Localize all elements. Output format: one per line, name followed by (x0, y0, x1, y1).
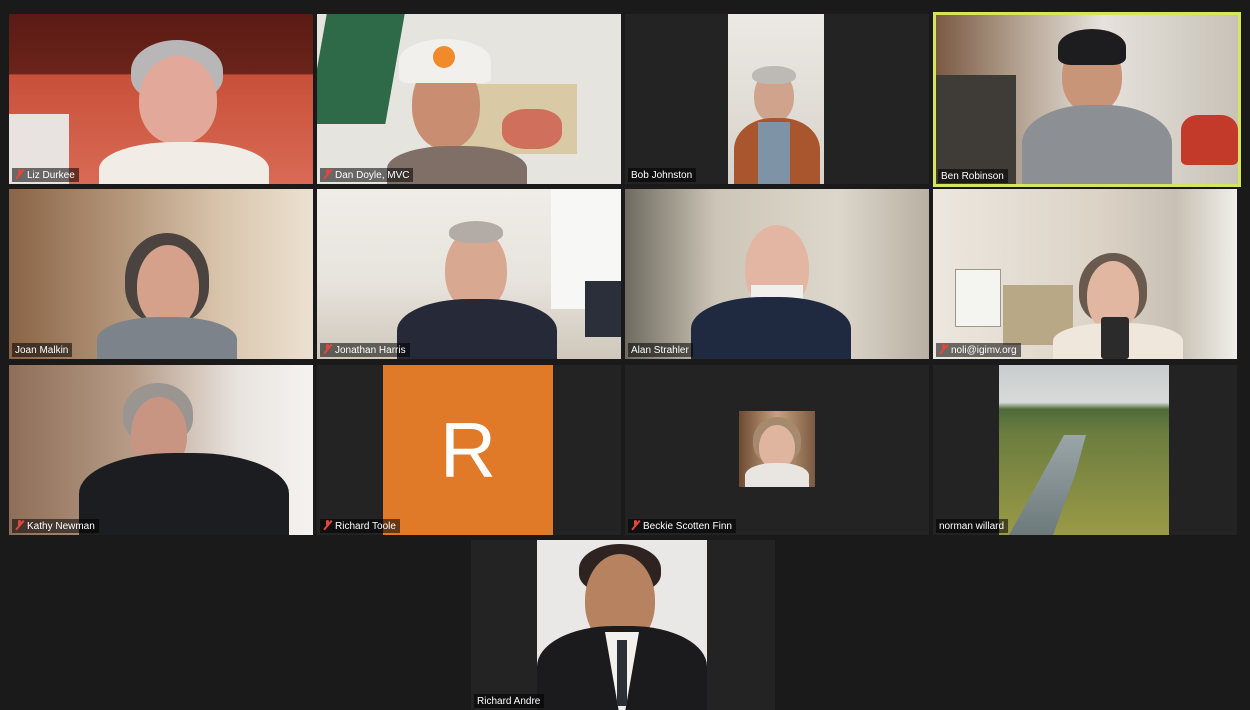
participant-video (936, 15, 1238, 184)
participant-nameplate: Richard Andre (474, 694, 545, 708)
participant-nameplate: Liz Durkee (12, 168, 79, 182)
participant-video (728, 14, 824, 184)
participant-tile[interactable]: Bob Johnston (625, 14, 929, 184)
participant-tile[interactable]: Joan Malkin (9, 189, 313, 359)
participant-tile[interactable]: Jonathan Harris (317, 189, 621, 359)
participant-video (625, 189, 929, 359)
participant-name: Kathy Newman (27, 521, 95, 532)
participant-tile[interactable]: noli@igimv.org (933, 189, 1237, 359)
participant-tile[interactable]: R Richard Toole (317, 365, 621, 535)
mic-muted-icon (323, 520, 332, 530)
participant-profile-photo (739, 411, 815, 487)
participant-video (317, 189, 621, 359)
mic-muted-icon (15, 520, 24, 530)
participant-name: Richard Toole (335, 521, 396, 532)
participant-profile-photo (537, 540, 707, 710)
participant-nameplate: Ben Robinson (938, 169, 1008, 183)
participant-name: Richard Andre (477, 696, 541, 707)
participant-name: Alan Strahler (631, 345, 689, 356)
mic-muted-icon (631, 520, 640, 530)
participant-video (9, 189, 313, 359)
mic-muted-icon (323, 169, 332, 179)
participant-name: Joan Malkin (15, 345, 69, 356)
participant-video (317, 14, 621, 184)
participant-name: Bob Johnston (631, 170, 693, 181)
participant-tile[interactable]: Beckie Scotten Finn (625, 365, 929, 535)
mic-muted-icon (15, 169, 24, 179)
mic-muted-icon (939, 344, 948, 354)
participant-name: Beckie Scotten Finn (643, 521, 732, 532)
gallery-view: Liz Durkee Dan Doyle, MVC Bob Johnston B… (7, 7, 1243, 710)
participant-nameplate: Kathy Newman (12, 519, 99, 533)
participant-tile-active-speaker[interactable]: Ben Robinson (933, 12, 1241, 187)
participant-nameplate: Jonathan Harris (320, 343, 410, 357)
participant-nameplate: Beckie Scotten Finn (628, 519, 736, 533)
participant-profile-photo (999, 365, 1169, 535)
participant-name: norman willard (939, 521, 1005, 532)
participant-video (9, 14, 313, 184)
participant-name: noli@igimv.org (951, 345, 1017, 356)
participant-tile[interactable]: norman willard (933, 365, 1237, 535)
participant-tile[interactable]: Liz Durkee (9, 14, 313, 184)
mic-muted-icon (323, 344, 332, 354)
participant-tile[interactable]: Alan Strahler (625, 189, 929, 359)
participant-nameplate: Dan Doyle, MVC (320, 168, 414, 182)
participant-name: Liz Durkee (27, 170, 75, 181)
participant-nameplate: Joan Malkin (12, 343, 73, 357)
participant-nameplate: Richard Toole (320, 519, 400, 533)
participant-name: Ben Robinson (941, 171, 1004, 182)
participant-nameplate: Bob Johnston (628, 168, 697, 182)
participant-video (9, 365, 313, 535)
participant-nameplate: noli@igimv.org (936, 343, 1021, 357)
participant-video (933, 189, 1237, 359)
avatar: R (383, 365, 553, 535)
participant-nameplate: norman willard (936, 519, 1009, 533)
participant-tile[interactable]: Dan Doyle, MVC (317, 14, 621, 184)
participant-tile[interactable]: Richard Andre (471, 540, 775, 710)
participant-name: Jonathan Harris (335, 345, 406, 356)
participant-tile[interactable]: Kathy Newman (9, 365, 313, 535)
participant-name: Dan Doyle, MVC (335, 170, 410, 181)
participant-nameplate: Alan Strahler (628, 343, 693, 357)
